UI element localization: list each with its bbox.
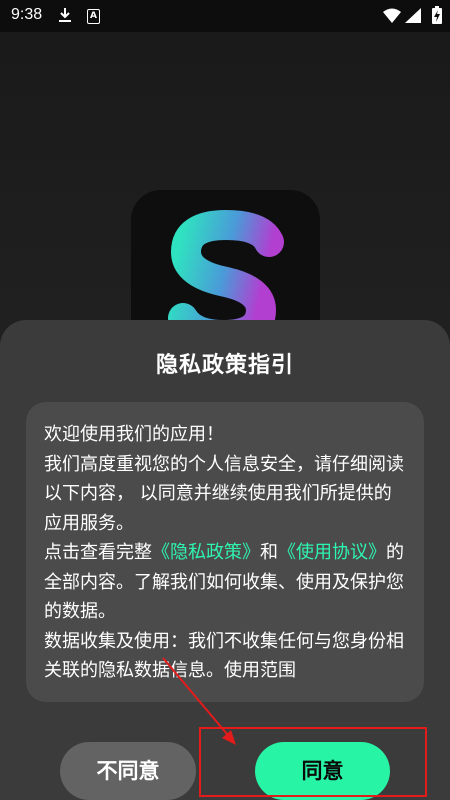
dialog-title: 隐私政策指引 [155, 353, 294, 378]
terms-of-use-link[interactable]: 《使用协议》 [278, 542, 386, 563]
status-time: 9:38 [11, 6, 43, 23]
privacy-policy-link[interactable]: 《隐私政策》 [152, 542, 260, 563]
wifi-icon [383, 8, 401, 27]
status-bar: 9:38 A [0, 0, 450, 32]
links-prefix: 点击查看完整 [44, 542, 152, 563]
decline-button[interactable]: 不同意 [60, 742, 196, 800]
privacy-content-text: 欢迎使用我们的应用！ 我们高度重视您的个人信息安全，请仔细阅读以下内容， 以同意… [44, 420, 404, 686]
app-notification-icon: A [87, 9, 100, 24]
paragraph-data-collection: 数据收集及使用：我们不收集任何与您身份相关联的隐私数据信息。使用范围 [44, 630, 404, 682]
annotation-highlight-box [199, 727, 427, 797]
battery-charging-icon [432, 6, 442, 28]
download-icon [58, 7, 72, 27]
paragraph-intro: 我们高度重视您的个人信息安全，请仔细阅读以下内容， 以同意并继续使用我们所提供的… [44, 453, 404, 534]
signal-icon [405, 8, 421, 27]
privacy-content-scroll[interactable]: 欢迎使用我们的应用！ 我们高度重视您的个人信息安全，请仔细阅读以下内容， 以同意… [26, 402, 424, 702]
links-and: 和 [260, 542, 278, 563]
paragraph-welcome: 欢迎使用我们的应用！ [44, 424, 224, 445]
paragraph-links: 点击查看完整《隐私政策》和《使用协议》的全部内容。了解我们如何收集、使用及保护您… [44, 538, 404, 627]
